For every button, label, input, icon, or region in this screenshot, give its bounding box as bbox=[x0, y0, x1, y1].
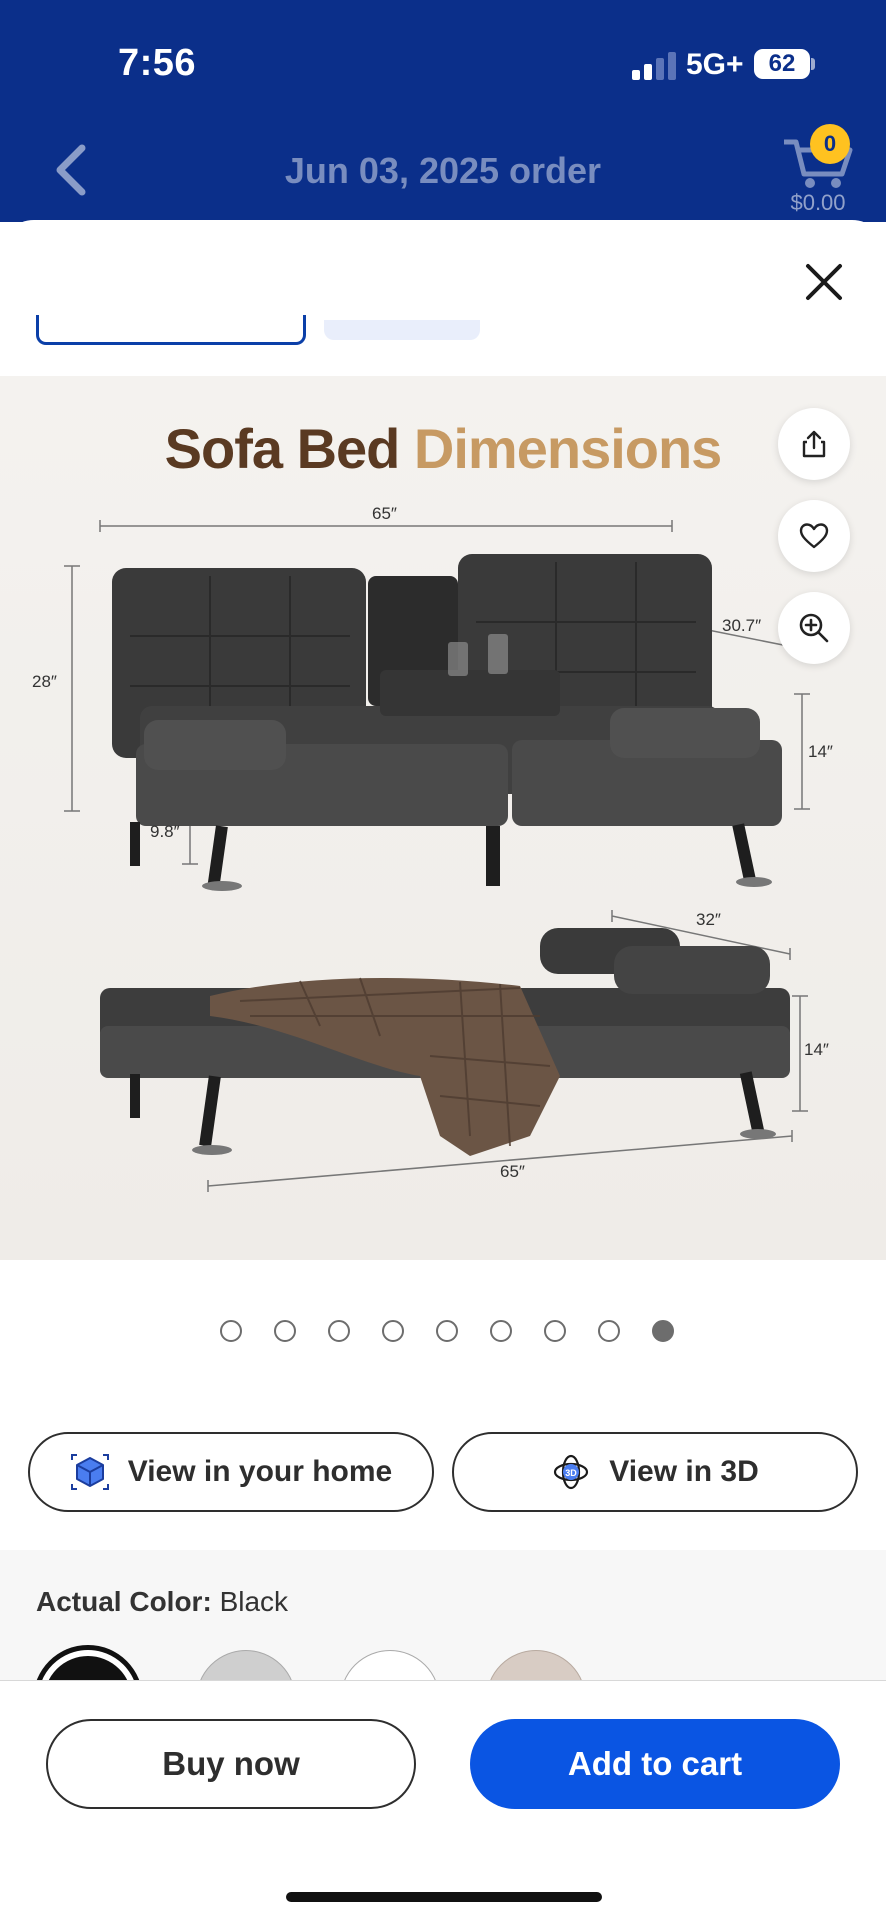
svg-text:3D: 3D bbox=[565, 1468, 577, 1478]
signal-icon bbox=[632, 52, 676, 80]
favorite-button[interactable] bbox=[778, 500, 850, 572]
dim-sofa-width: 65″ bbox=[372, 504, 397, 523]
add-to-cart-button[interactable]: Add to cart bbox=[470, 1719, 840, 1809]
dim-bed-height: 14″ bbox=[804, 1040, 829, 1059]
close-button[interactable] bbox=[802, 260, 846, 304]
buy-now-button[interactable]: Buy now bbox=[46, 1719, 416, 1809]
carousel-dot[interactable] bbox=[274, 1320, 296, 1342]
carousel-dot[interactable] bbox=[328, 1320, 350, 1342]
network-type: 5G+ bbox=[686, 48, 744, 81]
dim-leg-height: 9.8″ bbox=[150, 822, 180, 841]
sofa-illustration bbox=[64, 520, 810, 1192]
share-icon bbox=[802, 430, 826, 458]
zoom-button[interactable] bbox=[778, 592, 850, 664]
cart-total: $0.00 bbox=[790, 190, 846, 215]
top-bar: 7:56 5G+ 62 Jun 03, 2025 order 0 $0.00 bbox=[0, 0, 886, 222]
carousel-dot[interactable] bbox=[544, 1320, 566, 1342]
dim-sofa-height: 28″ bbox=[32, 672, 57, 691]
color-label-key: Actual Color: bbox=[36, 1586, 212, 1617]
product-sheet: Sofa Bed Dimensions 65″ 28″ 30.7″ 14″ 9.… bbox=[0, 220, 886, 1920]
close-icon bbox=[806, 264, 842, 300]
carousel-dot-active[interactable] bbox=[652, 1320, 674, 1342]
action-bar: Buy now Add to cart bbox=[0, 1680, 886, 1920]
zoom-in-icon bbox=[799, 613, 829, 643]
carousel-dot[interactable] bbox=[436, 1320, 458, 1342]
3d-view-icon: 3D bbox=[554, 1454, 589, 1490]
view-in-3d-button[interactable]: 3D View in 3D bbox=[452, 1432, 858, 1512]
carousel-dot[interactable] bbox=[382, 1320, 404, 1342]
variant-tab[interactable] bbox=[324, 320, 480, 340]
carousel-dot[interactable] bbox=[598, 1320, 620, 1342]
view-in-3d-label: View in 3D bbox=[609, 1455, 759, 1488]
heart-icon bbox=[799, 523, 829, 549]
ar-cube-icon bbox=[70, 1454, 109, 1490]
carousel-dots bbox=[0, 1320, 886, 1342]
battery-tip bbox=[811, 58, 815, 70]
view-in-home-button[interactable]: View in your home bbox=[28, 1432, 434, 1512]
share-button[interactable] bbox=[778, 408, 850, 480]
view-in-home-label: View in your home bbox=[127, 1455, 393, 1488]
color-label: Actual Color: Black bbox=[36, 1586, 288, 1618]
page-title: Jun 03, 2025 order bbox=[284, 150, 602, 191]
dim-bed-width: 65″ bbox=[500, 1162, 525, 1181]
home-indicator[interactable] bbox=[286, 1892, 602, 1902]
color-value: Black bbox=[219, 1586, 289, 1617]
product-image[interactable]: Sofa Bed Dimensions 65″ 28″ 30.7″ 14″ 9.… bbox=[0, 376, 886, 1260]
dim-bed-depth: 32″ bbox=[696, 910, 721, 929]
variant-tab-outline[interactable] bbox=[36, 315, 306, 345]
dim-seat-height: 14″ bbox=[808, 742, 833, 761]
carousel-dot[interactable] bbox=[220, 1320, 242, 1342]
battery-icon: 62 bbox=[754, 49, 810, 79]
dim-arm-depth: 30.7″ bbox=[722, 616, 762, 635]
carousel-dot[interactable] bbox=[490, 1320, 512, 1342]
cart-count-badge: 0 bbox=[810, 124, 850, 164]
status-time: 7:56 bbox=[118, 42, 197, 84]
